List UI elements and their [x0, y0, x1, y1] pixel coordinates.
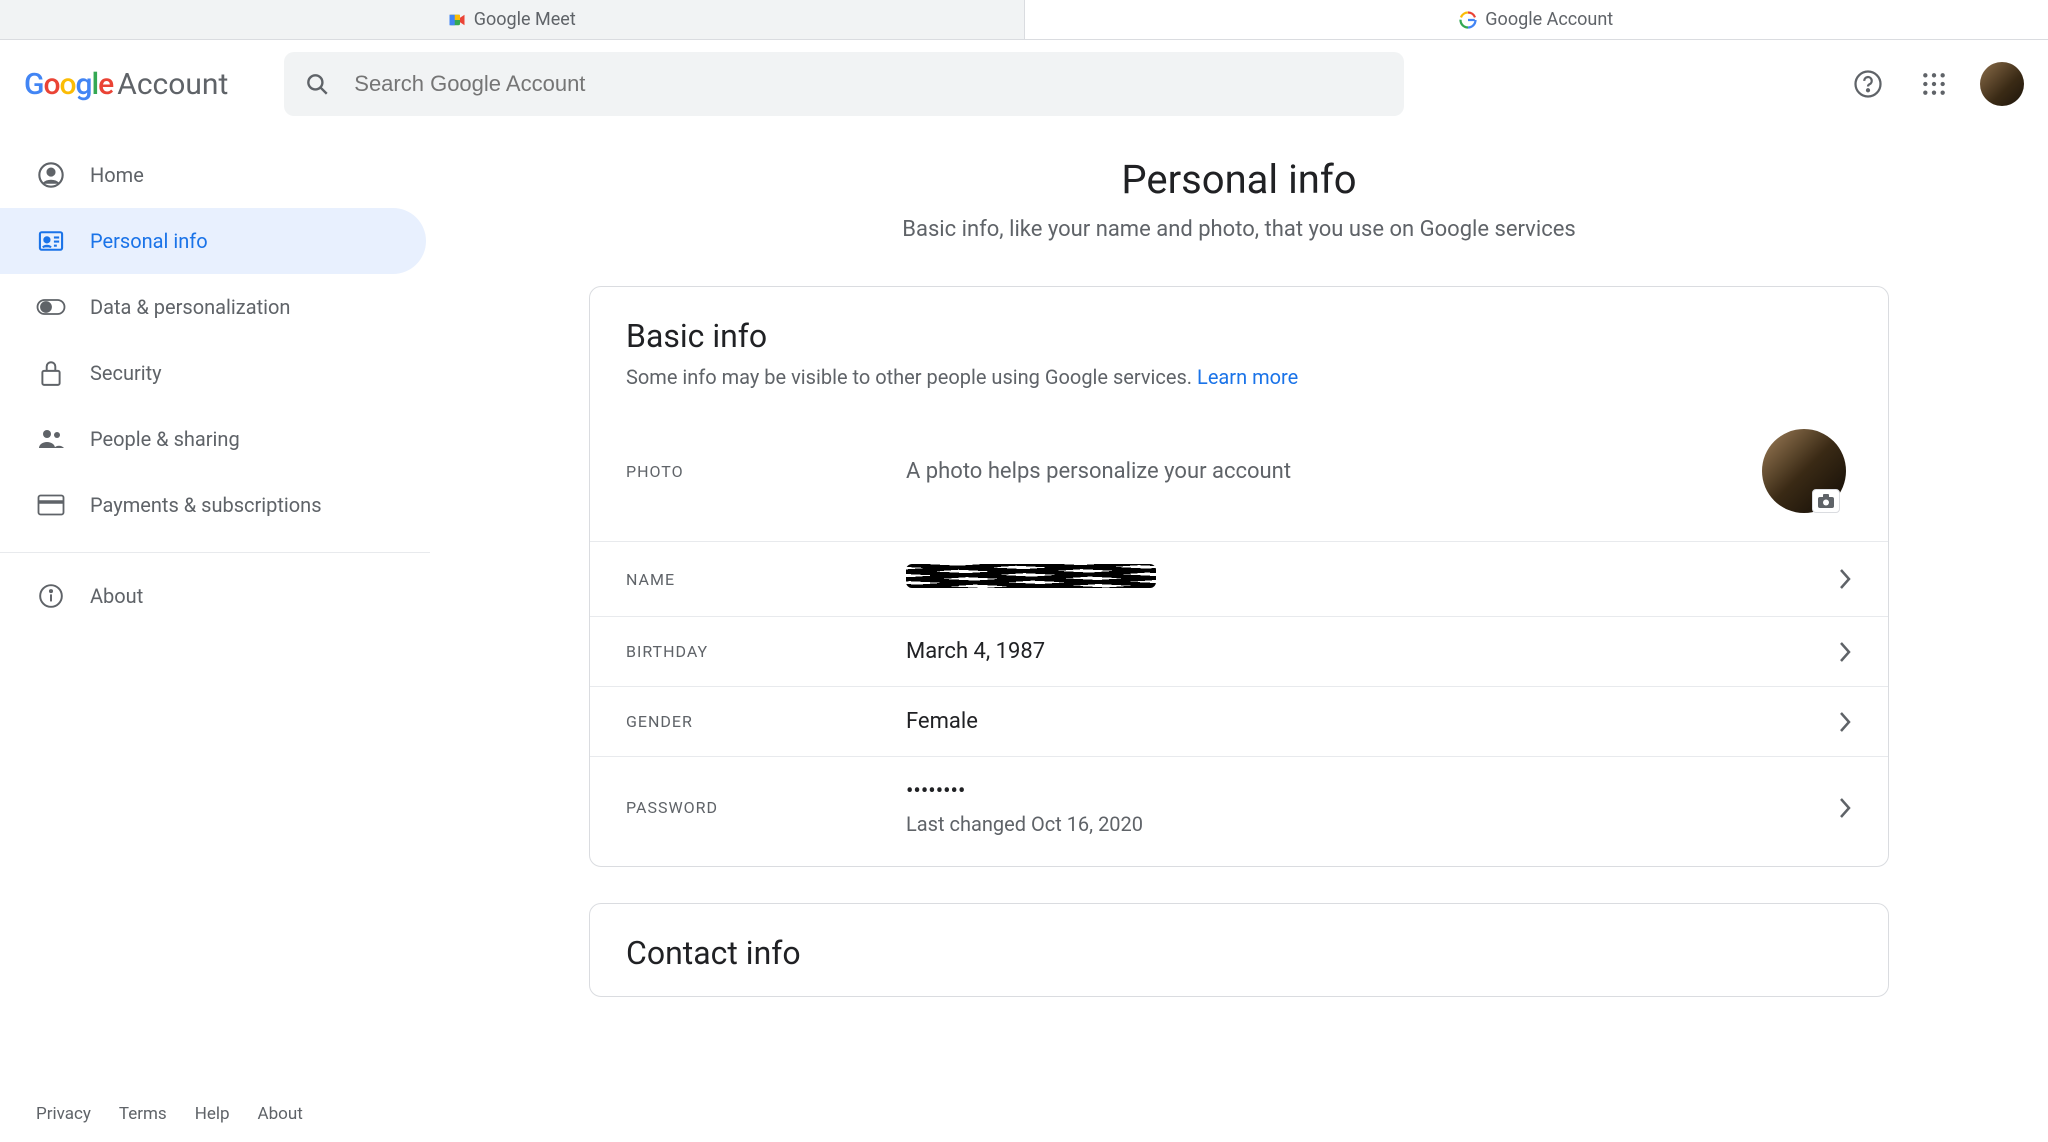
basic-info-card: Basic info Some info may be visible to o…	[589, 286, 1889, 867]
sidebar-item-label: Data & personalization	[90, 295, 290, 319]
page-subtitle: Basic info, like your name and photo, th…	[490, 217, 1988, 242]
row-label: BIRTHDAY	[626, 642, 906, 661]
chevron-right-icon	[1838, 711, 1852, 733]
row-gender[interactable]: GENDER Female	[590, 686, 1888, 756]
info-icon	[36, 581, 66, 611]
contact-info-title: Contact info	[590, 934, 1888, 996]
row-birthday[interactable]: BIRTHDAY March 4, 1987	[590, 616, 1888, 686]
row-photo[interactable]: PHOTO A photo helps personalize your acc…	[590, 411, 1888, 541]
camera-icon	[1812, 489, 1840, 513]
basic-info-subtitle: Some info may be visible to other people…	[590, 365, 1888, 411]
browser-tab-account[interactable]: Google Account	[1025, 0, 2048, 39]
footer-privacy[interactable]: Privacy	[36, 1104, 91, 1124]
footer-about[interactable]: About	[258, 1104, 303, 1124]
sidebar-item-label: Personal info	[90, 229, 208, 253]
sidebar-item-label: Home	[90, 163, 144, 187]
sidebar-item-payments[interactable]: Payments & subscriptions	[0, 472, 426, 538]
browser-tabs: Google Meet Google Account	[0, 0, 2048, 40]
search-box[interactable]	[284, 52, 1404, 116]
lock-icon	[36, 358, 66, 388]
sidebar-item-people-sharing[interactable]: People & sharing	[0, 406, 426, 472]
google-g-icon	[1459, 11, 1477, 29]
sidebar-item-security[interactable]: Security	[0, 340, 426, 406]
row-value: Female	[906, 709, 1838, 734]
row-value	[906, 564, 1838, 594]
search-input[interactable]	[354, 71, 1384, 97]
row-value: March 4, 1987	[906, 639, 1838, 664]
basic-info-title: Basic info	[590, 317, 1888, 365]
sidebar-item-label: About	[90, 584, 143, 608]
footer-terms[interactable]: Terms	[119, 1104, 167, 1124]
chevron-right-icon	[1838, 568, 1852, 590]
footer-links: Privacy Terms Help About	[36, 1104, 303, 1124]
app-header: Google Account	[0, 40, 2048, 128]
row-label: GENDER	[626, 712, 906, 731]
sidebar-divider	[0, 552, 430, 553]
avatar[interactable]	[1980, 62, 2024, 106]
row-value: •••••••• Last changed Oct 16, 2020	[906, 779, 1838, 836]
browser-tab-label: Google Account	[1485, 9, 1613, 30]
header-actions	[1848, 62, 2024, 106]
chevron-right-icon	[1838, 797, 1852, 819]
row-name[interactable]: NAME	[590, 541, 1888, 616]
profile-photo-thumb[interactable]	[1762, 429, 1846, 513]
row-label: PHOTO	[626, 462, 906, 481]
sidebar-item-label: Security	[90, 361, 162, 385]
password-last-changed: Last changed Oct 16, 2020	[906, 812, 1838, 836]
credit-card-icon	[36, 490, 66, 520]
contact-info-card: Contact info	[589, 903, 1889, 997]
person-circle-icon	[36, 160, 66, 190]
sidebar-item-label: Payments & subscriptions	[90, 493, 322, 517]
meet-icon	[448, 11, 466, 29]
row-value: A photo helps personalize your account	[906, 459, 1762, 484]
page-title: Personal info	[490, 156, 1988, 203]
sidebar-item-home[interactable]: Home	[0, 142, 426, 208]
learn-more-link[interactable]: Learn more	[1197, 365, 1298, 389]
apps-grid-icon[interactable]	[1914, 64, 1954, 104]
footer-help[interactable]: Help	[195, 1104, 230, 1124]
browser-tab-meet[interactable]: Google Meet	[0, 0, 1025, 39]
redacted-name	[906, 564, 1156, 588]
main-content: Personal info Basic info, like your name…	[430, 128, 2048, 1142]
people-icon	[36, 424, 66, 454]
search-icon	[304, 71, 330, 97]
google-account-logo[interactable]: Google Account	[24, 67, 228, 102]
row-label: PASSWORD	[626, 798, 906, 817]
sidebar-item-data-personalization[interactable]: Data & personalization	[0, 274, 426, 340]
row-password[interactable]: PASSWORD •••••••• Last changed Oct 16, 2…	[590, 756, 1888, 866]
chevron-right-icon	[1838, 641, 1852, 663]
toggle-icon	[36, 292, 66, 322]
sidebar-item-about[interactable]: About	[0, 563, 426, 629]
sidebar: Home Personal info Data & personalizatio…	[0, 128, 430, 1142]
help-icon[interactable]	[1848, 64, 1888, 104]
sidebar-item-personal-info[interactable]: Personal info	[0, 208, 426, 274]
google-logo-text: Google	[24, 67, 113, 102]
account-logo-text: Account	[117, 67, 228, 102]
sidebar-item-label: People & sharing	[90, 427, 240, 451]
browser-tab-label: Google Meet	[474, 9, 576, 30]
id-card-icon	[36, 226, 66, 256]
row-label: NAME	[626, 570, 906, 589]
